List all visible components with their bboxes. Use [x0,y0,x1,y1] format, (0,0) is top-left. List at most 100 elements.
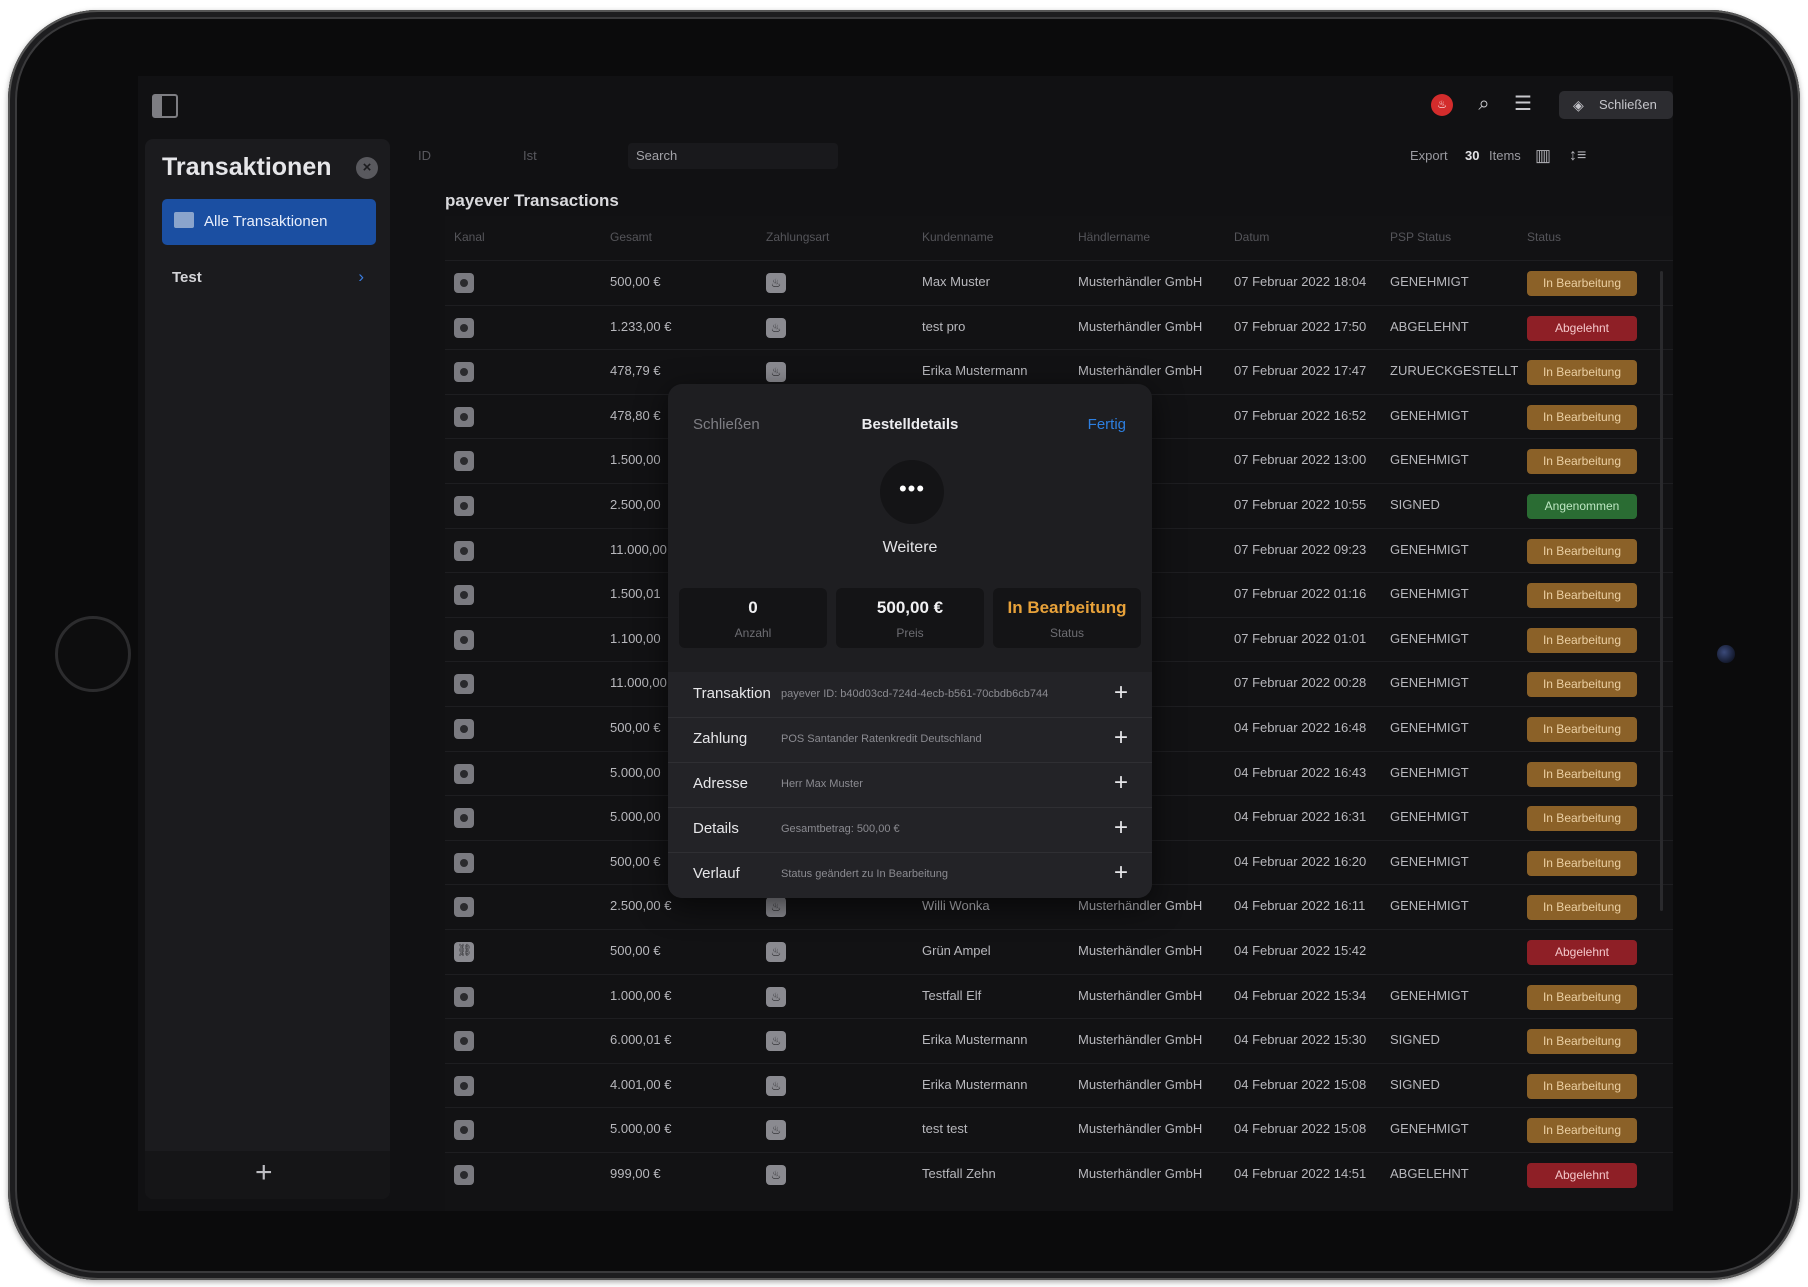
table-row[interactable]: 999,00 € ♨ Testfall Zehn Musterhändler GmbH… [445,1152,1673,1197]
cell-total: 478,80 € [610,407,661,423]
columns-icon[interactable]: ▥ [1535,143,1551,169]
link-channel-icon [454,942,474,962]
cell-customer: test pro [922,318,966,334]
menu-icon[interactable]: ☰ [1509,90,1537,118]
cell-date: 04 Februar 2022 15:08 [1234,1076,1367,1092]
table-row[interactable]: 4.001,00 € ♨ Erika Mustermann Musterhändler… [445,1062,1673,1108]
export-button[interactable]: Export [1410,143,1448,169]
add-folder-button[interactable]: + [255,1155,273,1191]
front-camera [1717,645,1735,663]
sidebar-item-test[interactable]: Test › [162,261,376,295]
sidebar-toggle-icon[interactable] [152,94,178,118]
cell-date: 04 Februar 2022 16:11 [1234,898,1366,914]
cell-date: 04 Februar 2022 16:31 [1234,809,1367,825]
column-header-payment[interactable]: Zahlungsart [766,230,829,244]
close-app-label: Schließen [1599,97,1657,112]
search-input[interactable]: Search [628,143,838,169]
cell-date: 07 Februar 2022 10:55 [1234,497,1367,512]
layers-icon: ◈ [1573,97,1584,113]
column-header-status[interactable]: Status [1527,230,1561,244]
payment-method-icon: ♨ [766,273,786,293]
plus-icon[interactable]: + [1114,859,1128,887]
filter-toolbar: ID Ist Search Export 30 Items ▥ ↕≡ [406,139,1673,173]
section-key: Details [693,820,739,837]
stat-price: 500,00 € Preis [836,588,984,648]
cell-merchant: Musterhändler GmbH [1078,898,1203,914]
app-screen: ♨ ⌕ ☰ ◈ Schließen Transaktionen × Alle T… [138,76,1673,1211]
cell-psp-status: GENEHMIGT [1390,407,1469,423]
status-badge: In Bearbeitung [1527,672,1637,698]
status-badge: In Bearbeitung [1527,1029,1637,1055]
table-row[interactable]: 500,00 € ♨ Max Muster Musterhändler GmbH 07 … [445,260,1673,305]
column-header-customer[interactable]: Kundenname [922,230,993,244]
plus-icon[interactable]: + [1114,769,1128,797]
column-header-total[interactable]: Gesamt [610,230,652,244]
cell-total: 4.001,00 € [610,1076,672,1092]
channel-icon [454,1031,474,1052]
stat-value: In Bearbeitung [1007,598,1127,617]
channel-icon [454,719,474,739]
close-app-button[interactable]: ◈ Schließen [1559,91,1673,119]
section-transaction[interactable]: Transaktion payever ID: b40d03cd-724d-4e… [668,672,1152,718]
section-details[interactable]: Details Gesamtbetrag: 500,00 € + [668,807,1152,853]
cell-customer: test test [922,1121,968,1137]
sort-icon[interactable]: ↕≡ [1569,143,1586,169]
table-row[interactable]: 500,00 € ♨ Grün Ampel Musterhändler GmbH 04 … [445,929,1673,974]
table-row[interactable]: 5.000,00 € ♨ test test Musterhändler GmbH 04… [445,1107,1673,1152]
cell-psp-status: ABGELEHNT [1390,318,1469,334]
status-badge: In Bearbeitung [1527,360,1637,386]
cell-total: 1.000,00 € [610,987,672,1003]
payever-logo-icon[interactable]: ♨ [1431,94,1453,116]
plus-icon[interactable]: + [1114,679,1128,707]
id-filter-input[interactable]: ID [418,143,431,169]
sidebar-item-all-transactions[interactable]: Alle Transaktionen [162,199,376,245]
section-address[interactable]: Adresse Herr Max Muster + [668,762,1152,808]
payment-method-icon: ♨ [766,1075,786,1096]
status-badge: In Bearbeitung [1527,761,1637,787]
ist-filter-input[interactable]: Ist [523,143,537,169]
cell-date: 07 Februar 2022 13:00 [1234,452,1367,468]
cell-total: 999,00 € [610,1166,661,1181]
items-count[interactable]: 30 [1465,143,1479,169]
order-details-modal: Schließen Bestelldetails Fertig ••• Weit… [668,384,1152,898]
section-payment[interactable]: Zahlung POS Santander Ratenkredit Deutsc… [668,717,1152,763]
home-button[interactable] [55,616,131,692]
cell-customer: Testfall Elf [922,987,982,1003]
table-row[interactable]: 1.233,00 € ♨ test pro Musterhändler GmbH 07 … [445,304,1673,350]
search-icon[interactable]: ⌕ [1470,90,1498,118]
channel-icon [454,496,474,516]
cell-psp-status: GENEHMIGT [1390,987,1469,1003]
table-row[interactable]: 1.000,00 € ♨ Testfall Elf Musterhändler Gmb… [445,973,1673,1019]
payment-method-icon: ♨ [766,1165,786,1185]
more-avatar[interactable]: ••• [880,460,944,524]
channel-icon [454,986,474,1007]
column-header-channel[interactable]: Kanal [454,230,485,244]
section-value: payever ID: b40d03cd-724d-4ecb-b561-70cb… [781,688,1049,700]
cell-total: 1.500,00 [610,452,661,468]
modal-done-button[interactable]: Fertig [1088,416,1126,433]
cell-total: 500,00 € [610,943,661,958]
cell-total: 5.000,00 € [610,1121,672,1137]
cell-total: 500,00 € [610,274,661,289]
sidebar-title: Transaktionen [162,153,332,181]
cell-customer: Grün Ampel [922,943,991,958]
column-header-date[interactable]: Datum [1234,230,1269,244]
payment-method-icon: ♨ [766,1120,786,1141]
cell-psp-status: SIGNED [1390,1076,1440,1092]
cell-merchant: Musterhändler GmbH [1078,318,1203,334]
plus-icon[interactable]: + [1114,814,1128,842]
table-scrollbar[interactable] [1660,271,1663,911]
close-circle-icon[interactable]: × [356,157,378,179]
section-history[interactable]: Verlauf Status geändert zu In Bearbeitun… [668,852,1152,897]
column-header-psp-status[interactable]: PSP Status [1390,230,1451,244]
status-badge: Abgelehnt [1527,940,1637,965]
stat-count: 0 Anzahl [679,588,827,648]
plus-icon[interactable]: + [1114,724,1128,752]
cell-customer: Erika Mustermann [922,1032,1028,1048]
column-header-merchant[interactable]: Händlername [1078,230,1150,244]
cell-date: 04 Februar 2022 15:08 [1234,1121,1367,1137]
status-badge: In Bearbeitung [1527,717,1637,742]
table-row[interactable]: 6.000,01 € ♨ Erika Mustermann Musterhändler… [445,1018,1673,1063]
cell-total: 11.000,00 [610,541,667,557]
status-badge: In Bearbeitung [1527,538,1637,564]
